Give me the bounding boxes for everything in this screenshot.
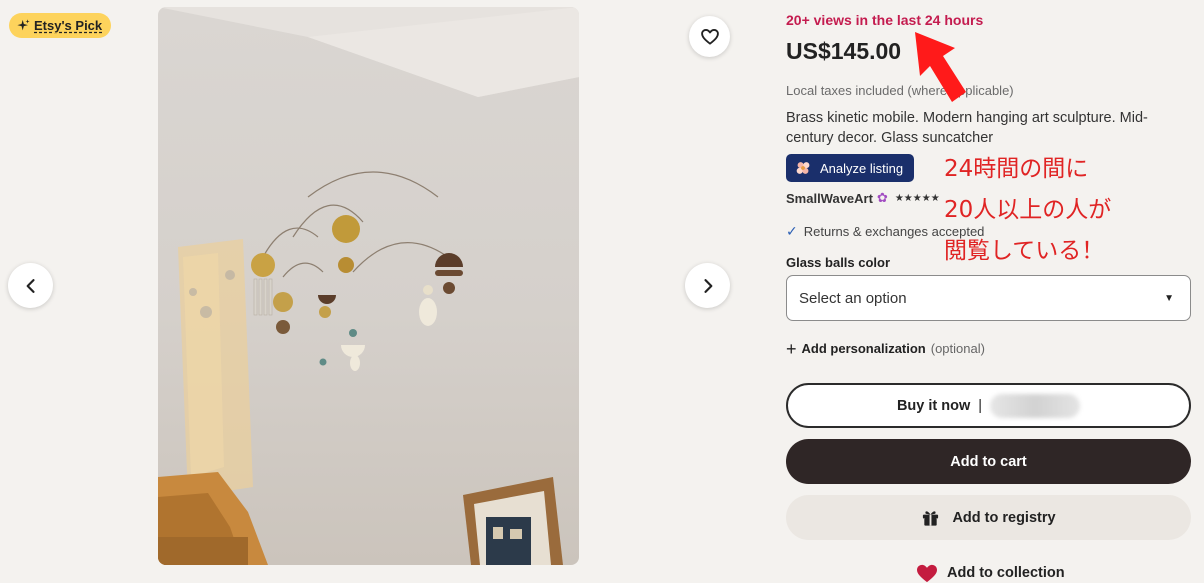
analyze-listing-button[interactable]: Analyze listing (786, 154, 914, 182)
select-value: Select an option (799, 289, 907, 307)
price: US$145.00 (786, 38, 902, 64)
etsys-pick-label: Etsy's Pick (34, 18, 103, 33)
add-personalization-toggle[interactable]: + Add personalization (optional) (786, 338, 985, 359)
heart-outline-icon (700, 28, 719, 45)
buy-now-label: Buy it now (896, 397, 971, 414)
mobile-sculpture-photo (158, 7, 579, 565)
glass-color-select[interactable]: Select an option ▼ (786, 275, 1191, 321)
star-seller-icon: ✿ (876, 190, 888, 205)
shop-info: SmallWaveArt ✿ ★★★★★ (786, 190, 940, 206)
analyze-listing-label: Analyze listing (820, 160, 904, 176)
add-to-registry-label: Add to registry (952, 509, 1056, 526)
product-image[interactable] (158, 7, 579, 565)
listing-title: Brass kinetic mobile. Modern hanging art… (786, 110, 1148, 146)
flower-logo-icon (796, 162, 810, 174)
add-to-cart-label: Add to cart (950, 453, 1027, 470)
add-to-collection-button[interactable]: Add to collection (916, 563, 1065, 583)
annotation-line-3: 閲覧している！ (944, 238, 1105, 264)
annotation-arrow-icon (915, 32, 966, 102)
check-icon: ✓ (786, 223, 798, 239)
buy-it-now-button[interactable]: Buy it now | (786, 383, 1191, 428)
gift-icon (923, 511, 939, 526)
caret-down-icon: ▼ (1164, 292, 1174, 304)
buy-now-separator: | (978, 397, 983, 414)
add-to-cart-button[interactable]: Add to cart (786, 439, 1191, 484)
previous-image-button[interactable] (8, 263, 53, 308)
add-to-registry-button[interactable]: Add to registry (786, 495, 1191, 540)
sparkle-icon (17, 19, 30, 31)
add-to-collection-label: Add to collection (947, 565, 1065, 581)
chevron-left-icon (26, 278, 35, 293)
favorite-button[interactable] (689, 16, 730, 57)
plus-icon: + (786, 338, 797, 359)
chevron-right-icon (703, 278, 712, 293)
annotation-text: 24時間の間に 20人以上の人が 閲覧している！ (944, 149, 1111, 272)
annotation-line-2: 20人以上の人が (944, 197, 1112, 223)
annotation-line-1: 24時間の間に (944, 156, 1089, 182)
option-label: Glass balls color (786, 255, 891, 270)
next-image-button[interactable] (685, 263, 730, 308)
heart-filled-icon (917, 564, 937, 583)
personalization-label: Add personalization (801, 341, 926, 356)
rating-stars[interactable]: ★★★★★ (895, 193, 940, 204)
etsys-pick-badge[interactable]: Etsy's Pick (9, 13, 112, 38)
personalization-optional: (optional) (930, 341, 985, 356)
blurred-payment-logo (990, 393, 1081, 418)
shop-name-link[interactable]: SmallWaveArt (786, 191, 873, 206)
